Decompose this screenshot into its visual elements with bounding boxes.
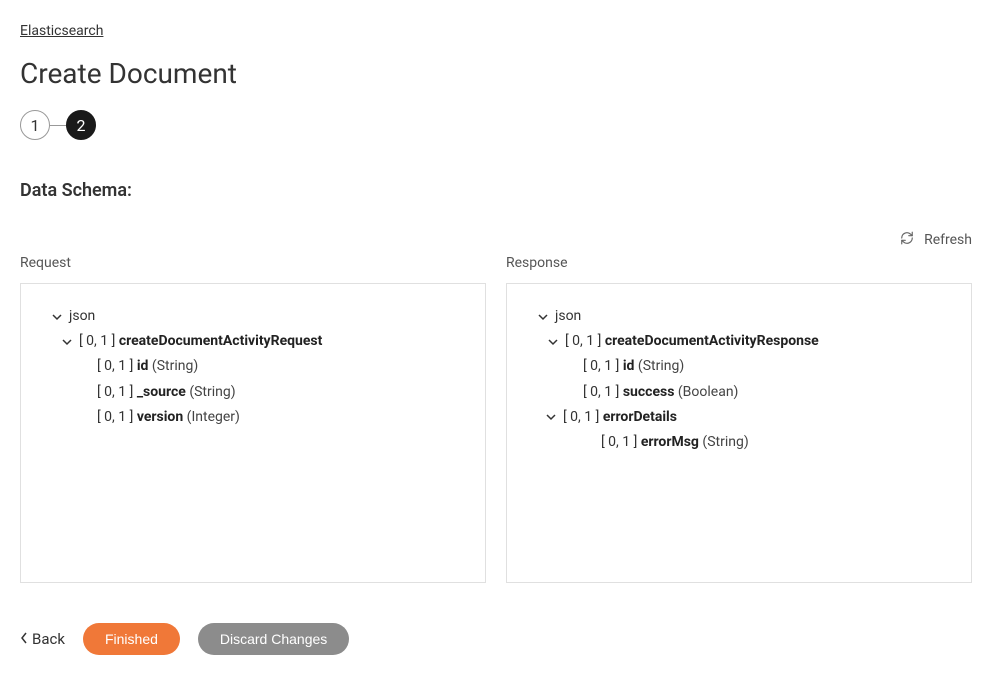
tree-row-errormsg[interactable]: [ 0, 1 ] errorMsg (String) — [527, 430, 951, 455]
tree-node-name: id — [137, 354, 149, 379]
request-schema-box: json [ 0, 1 ] createDocumentActivityRequ… — [20, 283, 486, 583]
breadcrumb: Elasticsearch — [20, 20, 972, 39]
response-label: Response — [506, 255, 972, 271]
step-connector — [50, 125, 66, 126]
tree-cardinality: [ 0, 1 ] — [97, 354, 133, 379]
response-column: Response json [ 0, 1 ] createDocumentAct… — [506, 255, 972, 583]
chevron-down-icon — [535, 312, 551, 322]
refresh-icon — [900, 231, 914, 249]
tree-node-name: errorDetails — [603, 405, 677, 430]
response-schema-box: json [ 0, 1 ] createDocumentActivityResp… — [506, 283, 972, 583]
page-title: Create Document — [20, 57, 972, 90]
step-2[interactable]: 2 — [66, 110, 96, 140]
tree-node-name: createDocumentActivityRequest — [119, 329, 323, 354]
tree-node-name: id — [623, 354, 635, 379]
back-label: Back — [32, 630, 65, 648]
tree-row-version[interactable]: [ 0, 1 ] version (Integer) — [41, 405, 465, 430]
tree-node-type: (Boolean) — [678, 380, 739, 405]
tree-node-type: (String) — [638, 354, 684, 379]
tree-row-response-root[interactable]: [ 0, 1 ] createDocumentActivityResponse — [527, 329, 951, 354]
tree-cardinality: [ 0, 1 ] — [565, 329, 601, 354]
tree-node-name: createDocumentActivityResponse — [605, 329, 819, 354]
finished-button[interactable]: Finished — [83, 623, 180, 655]
chevron-left-icon — [20, 630, 28, 648]
chevron-down-icon — [543, 412, 559, 422]
tree-cardinality: [ 0, 1 ] — [583, 380, 619, 405]
tree-node-type: (Integer) — [187, 405, 240, 430]
breadcrumb-link-elasticsearch[interactable]: Elasticsearch — [20, 23, 103, 39]
tree-node-type: (String) — [702, 430, 748, 455]
tree-cardinality: [ 0, 1 ] — [601, 430, 637, 455]
tree-row-source[interactable]: [ 0, 1 ] _source (String) — [41, 380, 465, 405]
chevron-down-icon — [59, 337, 75, 347]
tree-cardinality: [ 0, 1 ] — [583, 354, 619, 379]
tree-cardinality: [ 0, 1 ] — [563, 405, 599, 430]
tree-row-errordetails[interactable]: [ 0, 1 ] errorDetails — [527, 405, 951, 430]
tree-node-name: json — [555, 304, 581, 329]
discard-changes-button[interactable]: Discard Changes — [198, 623, 349, 655]
refresh-button[interactable]: Refresh — [900, 231, 972, 249]
tree-row-id[interactable]: [ 0, 1 ] id (String) — [527, 354, 951, 379]
tree-row-request-root[interactable]: [ 0, 1 ] createDocumentActivityRequest — [41, 329, 465, 354]
section-title-data-schema: Data Schema: — [20, 180, 972, 201]
stepper: 1 2 — [20, 110, 972, 140]
tree-node-type: (String) — [152, 354, 198, 379]
tree-cardinality: [ 0, 1 ] — [97, 405, 133, 430]
refresh-label: Refresh — [924, 232, 972, 248]
tree-row-success[interactable]: [ 0, 1 ] success (Boolean) — [527, 380, 951, 405]
footer-buttons: Back Finished Discard Changes — [20, 623, 972, 655]
tree-node-name: success — [623, 380, 675, 405]
tree-node-name: _source — [137, 380, 186, 405]
tree-row-json[interactable]: json — [527, 304, 951, 329]
request-column: Request json [ 0, 1 ] createDocumentActi… — [20, 255, 486, 583]
tree-row-id[interactable]: [ 0, 1 ] id (String) — [41, 354, 465, 379]
chevron-down-icon — [49, 312, 65, 322]
tree-row-json[interactable]: json — [41, 304, 465, 329]
request-label: Request — [20, 255, 486, 271]
tree-node-name: version — [137, 405, 183, 430]
tree-cardinality: [ 0, 1 ] — [79, 329, 115, 354]
tree-node-type: (String) — [189, 380, 235, 405]
tree-node-name: errorMsg — [641, 430, 699, 455]
step-1[interactable]: 1 — [20, 110, 50, 140]
back-button[interactable]: Back — [20, 630, 65, 648]
chevron-down-icon — [545, 337, 561, 347]
tree-node-name: json — [69, 304, 95, 329]
tree-cardinality: [ 0, 1 ] — [97, 380, 133, 405]
